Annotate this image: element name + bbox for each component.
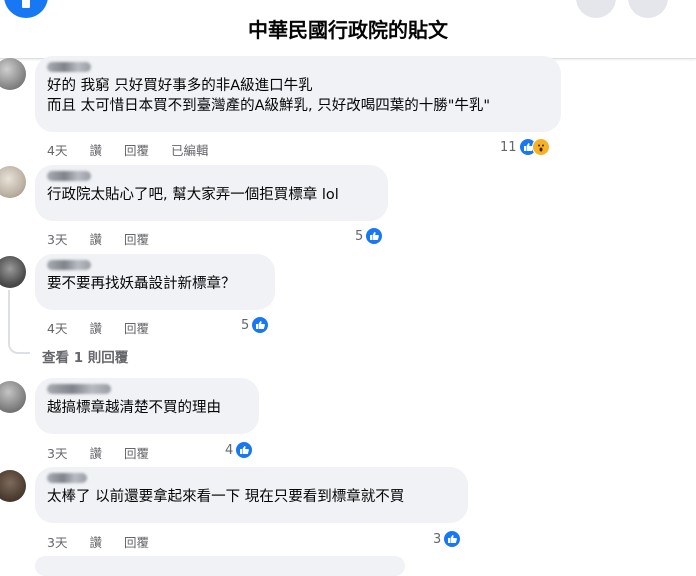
comment-bubble: 太棒了 以前還要拿起來看一下 現在只要看到標章就不買 bbox=[35, 467, 468, 523]
like-icon bbox=[365, 227, 384, 245]
comment-bubble: 行政院太貼心了吧, 幫大家弄一個拒買標章 lol bbox=[35, 165, 388, 221]
reply-link[interactable]: 回覆 bbox=[124, 446, 149, 461]
view-replies-link[interactable]: 查看 1 則回覆 bbox=[42, 346, 128, 366]
comment-time[interactable]: 4天 bbox=[47, 143, 67, 158]
like-link[interactable]: 讚 bbox=[89, 232, 102, 247]
comment-time[interactable]: 4天 bbox=[47, 321, 67, 336]
comment-bubble: 好的 我窮 只好買好事多的非A級進口牛乳 而且 太可惜日本買不到臺灣產的A級鮮乳… bbox=[35, 56, 561, 132]
comment-time[interactable]: 3天 bbox=[47, 232, 67, 247]
comment-text: 而且 太可惜日本買不到臺灣產的A級鮮乳, 只好改喝四葉的十勝"牛乳" bbox=[47, 98, 491, 114]
comment-time[interactable]: 3天 bbox=[47, 535, 67, 550]
reaction-count[interactable]: 3 bbox=[433, 529, 462, 549]
like-icon bbox=[443, 530, 462, 548]
avatar[interactable] bbox=[0, 166, 26, 198]
commenter-name[interactable] bbox=[47, 473, 87, 483]
comment-actions: 3天 讚 回覆 bbox=[47, 532, 167, 551]
commenter-name[interactable] bbox=[47, 384, 111, 394]
avatar[interactable] bbox=[0, 470, 26, 502]
reply-link[interactable]: 回覆 bbox=[124, 143, 149, 158]
reaction-number: 5 bbox=[355, 228, 364, 244]
reaction-count[interactable]: 5 bbox=[241, 315, 270, 335]
reply-link[interactable]: 回覆 bbox=[124, 535, 149, 550]
comment-text: 好的 我窮 只好買好事多的非A級進口牛乳 bbox=[47, 78, 313, 94]
commenter-name[interactable] bbox=[47, 260, 91, 270]
wow-icon bbox=[531, 138, 550, 156]
reply-link[interactable]: 回覆 bbox=[124, 232, 149, 247]
edited-label: 已編輯 bbox=[170, 143, 209, 158]
comment-actions: 4天 讚 回覆 bbox=[47, 318, 167, 337]
avatar[interactable] bbox=[0, 58, 26, 90]
reaction-number: 4 bbox=[225, 442, 234, 458]
reaction-count[interactable]: 4 bbox=[225, 440, 254, 460]
commenter-name[interactable] bbox=[47, 171, 91, 181]
like-link[interactable]: 讚 bbox=[89, 321, 102, 336]
like-link[interactable]: 讚 bbox=[89, 143, 102, 158]
commenter-name[interactable] bbox=[47, 62, 91, 72]
post-header: 中華民國行政院的貼文 bbox=[0, 0, 696, 59]
comment-text: 越搞標章越清楚不買的理由 bbox=[47, 400, 221, 416]
comment-bubble: 越搞標章越清楚不買的理由 bbox=[35, 378, 259, 434]
comment-text: 太棒了 以前還要拿起來看一下 現在只要看到標章就不買 bbox=[47, 489, 405, 505]
comment-bubble bbox=[35, 556, 405, 576]
reaction-number: 11 bbox=[500, 139, 517, 155]
reaction-count[interactable]: 5 bbox=[355, 226, 384, 246]
avatar[interactable] bbox=[0, 381, 26, 413]
reaction-number: 5 bbox=[241, 317, 250, 333]
comment-text: 要不要再找妖聶設計新標章？ bbox=[47, 276, 236, 292]
like-link[interactable]: 讚 bbox=[89, 446, 102, 461]
comment-time[interactable]: 3天 bbox=[47, 446, 67, 461]
reaction-number: 3 bbox=[433, 531, 442, 547]
avatar[interactable] bbox=[0, 256, 26, 288]
thread-line bbox=[8, 290, 10, 344]
comment-bubble: 要不要再找妖聶設計新標章？ bbox=[35, 254, 275, 310]
comment-actions: 3天 讚 回覆 bbox=[47, 229, 167, 248]
comment-actions: 3天 讚 回覆 bbox=[47, 443, 167, 462]
like-link[interactable]: 讚 bbox=[89, 535, 102, 550]
thread-connector bbox=[8, 342, 30, 354]
comment-text: 行政院太貼心了吧, 幫大家弄一個拒買標章 lol bbox=[47, 187, 339, 203]
like-icon bbox=[235, 441, 254, 459]
comment-actions: 4天 讚 回覆 已編輯 bbox=[47, 140, 226, 159]
reaction-count[interactable]: 11 bbox=[500, 137, 550, 157]
reply-link[interactable]: 回覆 bbox=[124, 321, 149, 336]
like-icon bbox=[251, 316, 270, 334]
page-title: 中華民國行政院的貼文 bbox=[248, 18, 448, 42]
